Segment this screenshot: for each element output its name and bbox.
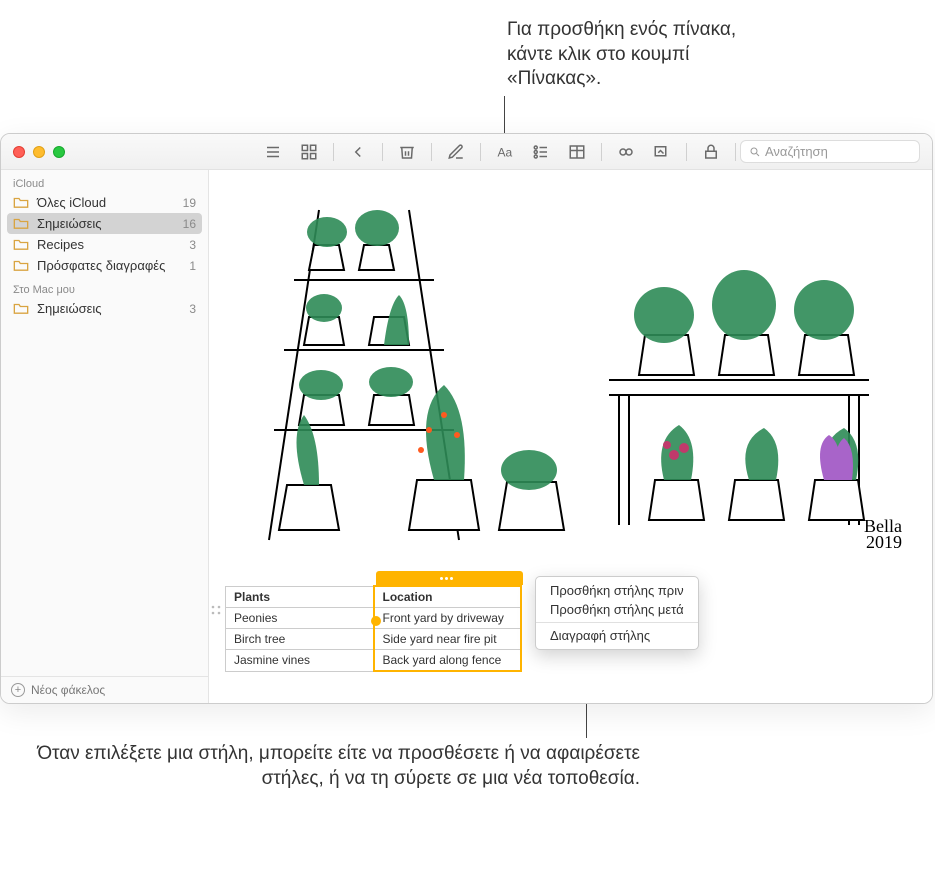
grid-view-button[interactable] [293, 140, 325, 164]
table-cell[interactable]: Peonies [226, 608, 374, 629]
column-selection-dot[interactable] [371, 616, 381, 626]
new-folder-button[interactable]: + Νέος φάκελος [1, 676, 208, 703]
menu-separator [536, 622, 698, 623]
callout-column-select: Όταν επιλέξετε μια στήλη, μπορείτε είτε … [0, 742, 640, 791]
trash-button[interactable] [391, 140, 423, 164]
folder-icon [13, 238, 29, 251]
sidebar-item-label: Recipes [37, 237, 177, 252]
notes-app-window: Aa [0, 133, 933, 704]
table-cell[interactable]: Jasmine vines [226, 650, 374, 672]
sidebar-item-count: 1 [185, 259, 196, 273]
checklist-button[interactable] [525, 140, 557, 164]
folder-icon [13, 259, 29, 272]
note-content[interactable]: Bella2019 Plants Location [209, 170, 932, 703]
sidebar: iCloud Όλες iCloud 19 Σημειώσεις 16 Reci… [1, 170, 209, 703]
sidebar-item-all-icloud[interactable]: Όλες iCloud 19 [1, 192, 208, 213]
menu-delete-column[interactable]: Διαγραφή στήλης [536, 626, 698, 645]
menu-add-column-after[interactable]: Προσθήκη στήλης μετά [536, 600, 698, 619]
back-button[interactable] [342, 140, 374, 164]
list-view-button[interactable] [257, 140, 289, 164]
sketch-drawing: Bella2019 [209, 170, 932, 560]
sidebar-item-local-notes[interactable]: Σημειώσεις 3 [1, 298, 208, 319]
sidebar-section-local: Στο Mac μου [1, 276, 208, 298]
callout-table-button: Για προσθήκη ενός πίνακα, κάντε κλικ στο… [507, 18, 787, 92]
callout-line [504, 96, 505, 136]
search-placeholder: Αναζήτηση [765, 144, 828, 159]
column-handle[interactable] [376, 571, 523, 585]
table-row[interactable]: Jasmine vines Back yard along fence [226, 650, 521, 672]
sidebar-item-label: Σημειώσεις [37, 301, 177, 316]
drag-dots-icon [440, 577, 460, 580]
note-table-wrap: Plants Location Peonies Front yard by dr… [225, 585, 932, 672]
plus-icon: + [11, 683, 25, 697]
new-folder-label: Νέος φάκελος [31, 683, 105, 697]
minimize-button[interactable] [33, 146, 45, 158]
folder-icon [13, 302, 29, 315]
column-context-menu: Προσθήκη στήλης πριν Προσθήκη στήλης μετ… [535, 576, 699, 650]
link-button[interactable] [610, 140, 642, 164]
sidebar-item-count: 3 [185, 238, 196, 252]
sidebar-item-count: 16 [179, 217, 196, 231]
table-row[interactable]: Birch tree Side yard near fire pit [226, 629, 521, 650]
menu-add-column-before[interactable]: Προσθήκη στήλης πριν [536, 581, 698, 600]
toolbar: Aa [257, 140, 812, 164]
sidebar-item-count: 19 [179, 196, 196, 210]
table-cell[interactable]: Front yard by driveway [374, 608, 521, 629]
folder-icon [13, 217, 29, 230]
sidebar-item-notes[interactable]: Σημειώσεις 16 [7, 213, 202, 234]
maximize-button[interactable] [53, 146, 65, 158]
table-cell[interactable]: Back yard along fence [374, 650, 521, 672]
media-button[interactable] [646, 140, 678, 164]
titlebar: Aa [1, 134, 932, 170]
sidebar-section-icloud: iCloud [1, 170, 208, 192]
table-header[interactable]: Location [374, 586, 521, 608]
sidebar-item-label: Σημειώσεις [37, 216, 171, 231]
table-header[interactable]: Plants [226, 586, 374, 608]
sidebar-item-recipes[interactable]: Recipes 3 [1, 234, 208, 255]
sidebar-item-label: Πρόσφατες διαγραφές [37, 258, 177, 273]
window-controls [13, 146, 65, 158]
search-icon [749, 146, 761, 158]
format-button[interactable]: Aa [489, 140, 521, 164]
close-button[interactable] [13, 146, 25, 158]
sidebar-item-label: Όλες iCloud [37, 195, 171, 210]
note-table[interactable]: Plants Location Peonies Front yard by dr… [225, 585, 522, 672]
sidebar-item-count: 3 [185, 302, 196, 316]
row-handle-icon[interactable] [209, 603, 223, 617]
table-button[interactable] [561, 140, 593, 164]
sidebar-item-recently-deleted[interactable]: Πρόσφατες διαγραφές 1 [1, 255, 208, 276]
svg-text:Aa: Aa [498, 145, 513, 159]
signature: Bella2019 [864, 518, 902, 550]
lock-button[interactable] [695, 140, 727, 164]
table-cell[interactable]: Birch tree [226, 629, 374, 650]
search-field[interactable]: Αναζήτηση [740, 140, 920, 163]
folder-icon [13, 196, 29, 209]
new-note-button[interactable] [440, 140, 472, 164]
table-cell[interactable]: Side yard near fire pit [374, 629, 521, 650]
